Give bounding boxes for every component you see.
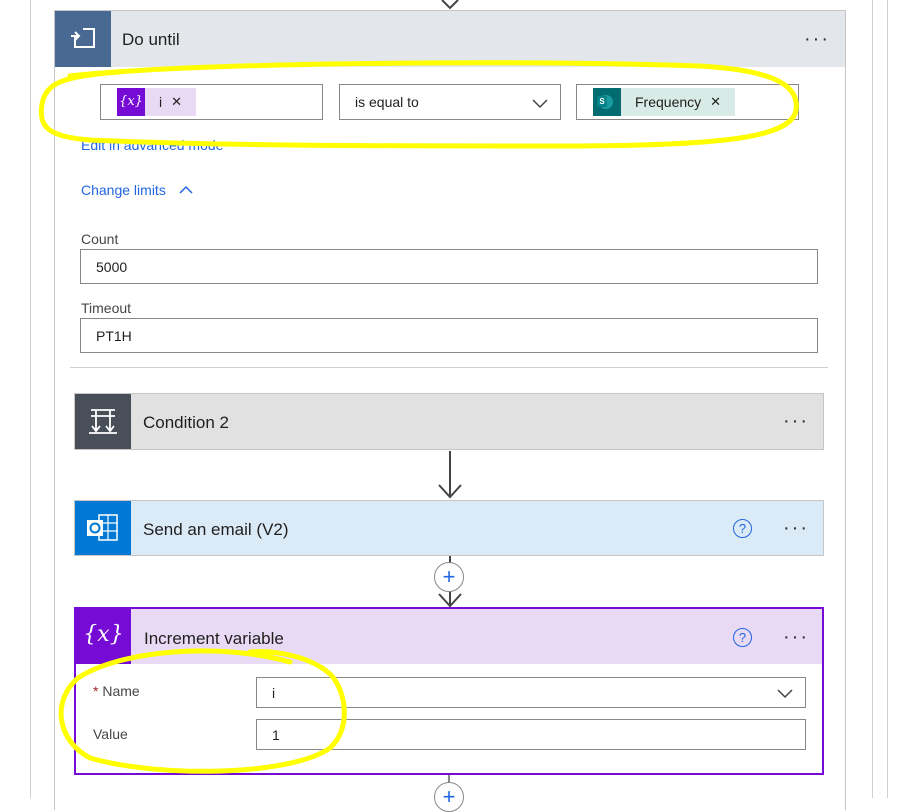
condition-icon [75, 394, 131, 449]
change-limits-label: Change limits [81, 182, 166, 198]
increment-variable-card: {x} Increment variable ? ··· * Name i Va… [74, 607, 824, 775]
variable-token-i[interactable]: {x} i ✕ [117, 88, 197, 116]
count-input[interactable]: 5000 [80, 249, 818, 284]
increment-more-button[interactable]: ··· [783, 627, 809, 647]
send-email-more-button[interactable]: ··· [783, 518, 809, 538]
timeout-value: PT1H [96, 328, 132, 344]
condition-left-field[interactable]: {x} i ✕ [100, 84, 323, 120]
operator-value: is equal to [355, 94, 419, 110]
do-until-more-button[interactable]: ··· [804, 29, 830, 49]
branch-icon [89, 409, 117, 434]
variable-icon: {x} [76, 609, 131, 664]
value-value: 1 [272, 727, 280, 743]
chevron-down-icon [777, 689, 793, 699]
timeout-input[interactable]: PT1H [80, 318, 818, 353]
name-value: i [272, 685, 276, 701]
remove-token-icon[interactable]: ✕ [171, 94, 182, 110]
remove-token-icon[interactable]: ✕ [710, 94, 721, 110]
sharepoint-icon: S [593, 88, 621, 116]
name-dropdown[interactable]: i [256, 677, 806, 708]
divider [70, 367, 828, 368]
sharepoint-token-frequency[interactable]: S Frequency ✕ [593, 88, 736, 116]
outlook-logo-icon [87, 514, 118, 541]
do-until-icon [55, 11, 111, 67]
variable-token-icon: {x} [117, 88, 145, 116]
name-label-text: Name [102, 683, 140, 699]
chevron-down-icon [532, 99, 548, 109]
chevron-up-icon [179, 185, 193, 194]
add-step-button[interactable]: + [434, 562, 464, 592]
value-input[interactable]: 1 [256, 719, 806, 750]
help-icon[interactable]: ? [733, 519, 752, 538]
plus-icon: + [442, 784, 456, 809]
edit-advanced-mode-link[interactable]: Edit in advanced mode [81, 137, 223, 153]
count-label: Count [81, 231, 119, 247]
help-icon[interactable]: ? [733, 628, 752, 647]
change-limits-toggle[interactable]: Change limits [81, 182, 194, 198]
condition-2-more-button[interactable]: ··· [783, 411, 809, 431]
loop-icon [71, 27, 95, 48]
do-until-header[interactable]: Do until ··· [55, 11, 845, 67]
variable-token-label: i [159, 94, 163, 110]
increment-variable-title: Increment variable [144, 629, 284, 648]
value-label: Value [93, 726, 128, 742]
condition-right-field[interactable]: S Frequency ✕ [576, 84, 799, 120]
arrow-connector [438, 451, 462, 499]
operator-dropdown[interactable]: is equal to [339, 84, 561, 120]
condition-2-card[interactable]: Condition 2 ··· [74, 393, 824, 450]
outlook-icon [75, 501, 131, 555]
send-email-card[interactable]: Send an email (V2) ? ··· [74, 500, 824, 556]
plus-icon: + [442, 564, 456, 589]
send-email-title: Send an email (V2) [143, 520, 289, 539]
count-value: 5000 [96, 259, 128, 275]
do-until-title: Do until [122, 30, 180, 49]
sharepoint-token-label: Frequency [635, 94, 702, 110]
timeout-label: Timeout [81, 300, 132, 316]
increment-variable-header[interactable]: {x} Increment variable ? ··· [76, 609, 822, 664]
condition-2-title: Condition 2 [143, 413, 230, 432]
name-label: * Name [93, 683, 140, 699]
add-step-button-bottom[interactable]: + [434, 782, 464, 812]
required-marker: * [93, 683, 99, 699]
